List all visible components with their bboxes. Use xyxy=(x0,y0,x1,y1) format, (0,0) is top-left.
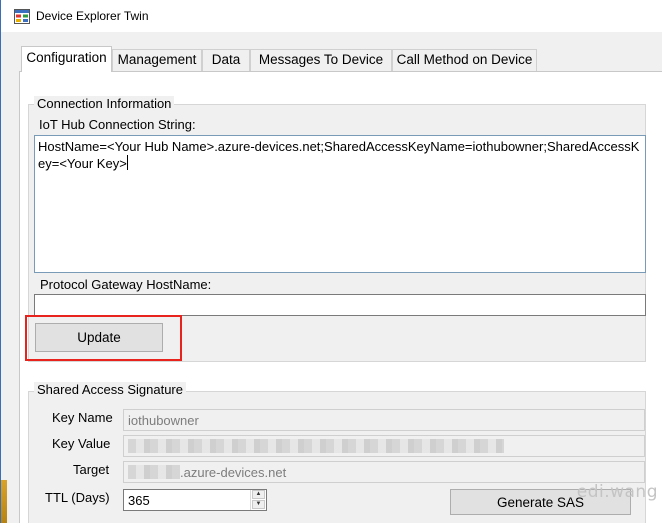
tab-configuration[interactable]: Configuration xyxy=(21,46,112,72)
target-suffix-text: .azure-devices.net xyxy=(180,465,287,480)
connection-string-input[interactable]: HostName=<Your Hub Name>.azure-devices.n… xyxy=(34,135,646,273)
connection-string-label: IoT Hub Connection String: xyxy=(39,117,196,132)
watermark-text: edi.wang xyxy=(576,482,658,502)
shared-access-signature-title: Shared Access Signature xyxy=(34,382,186,397)
spin-up-arrow-icon[interactable]: ▲ xyxy=(252,490,265,499)
connection-string-text: HostName=<Your Hub Name>.azure-devices.n… xyxy=(38,139,640,171)
text-caret xyxy=(126,155,128,170)
tab-management[interactable]: Management xyxy=(112,49,202,71)
ttl-days-value: 365 xyxy=(128,493,150,508)
window-left-border xyxy=(1,32,6,523)
target-field[interactable]: .azure-devices.net xyxy=(123,461,645,483)
spin-down-arrow-icon[interactable]: ▼ xyxy=(252,500,265,509)
background-window-edge xyxy=(1,480,7,523)
target-label: Target xyxy=(73,462,110,477)
window-title: Device Explorer Twin xyxy=(36,9,149,23)
configuration-tab-page: Connection Information IoT Hub Connectio… xyxy=(19,71,662,523)
highlight-annotation xyxy=(25,315,182,361)
tab-data[interactable]: Data xyxy=(202,49,250,71)
protocol-gateway-input[interactable] xyxy=(34,294,646,316)
app-window: Device Explorer Twin Configuration Manag… xyxy=(0,0,662,523)
key-name-label: Key Name xyxy=(52,410,113,425)
ttl-days-label: TTL (Days) xyxy=(45,490,110,505)
redacted-hub-name xyxy=(128,465,180,479)
protocol-gateway-label: Protocol Gateway HostName: xyxy=(40,277,212,292)
redacted-key-value xyxy=(128,439,504,453)
key-name-field[interactable]: iothubowner xyxy=(123,409,645,431)
title-bar[interactable]: Device Explorer Twin xyxy=(1,0,662,32)
key-value-field[interactable] xyxy=(123,435,645,457)
ttl-days-spinner[interactable]: 365 ▲ ▼ xyxy=(123,489,267,511)
tab-messages-to-device[interactable]: Messages To Device xyxy=(250,49,392,71)
app-icon xyxy=(14,9,30,24)
tab-call-method-on-device[interactable]: Call Method on Device xyxy=(392,49,537,71)
key-value-label: Key Value xyxy=(52,436,111,451)
spinner-buttons: ▲ ▼ xyxy=(250,490,266,510)
connection-information-title: Connection Information xyxy=(34,96,175,111)
